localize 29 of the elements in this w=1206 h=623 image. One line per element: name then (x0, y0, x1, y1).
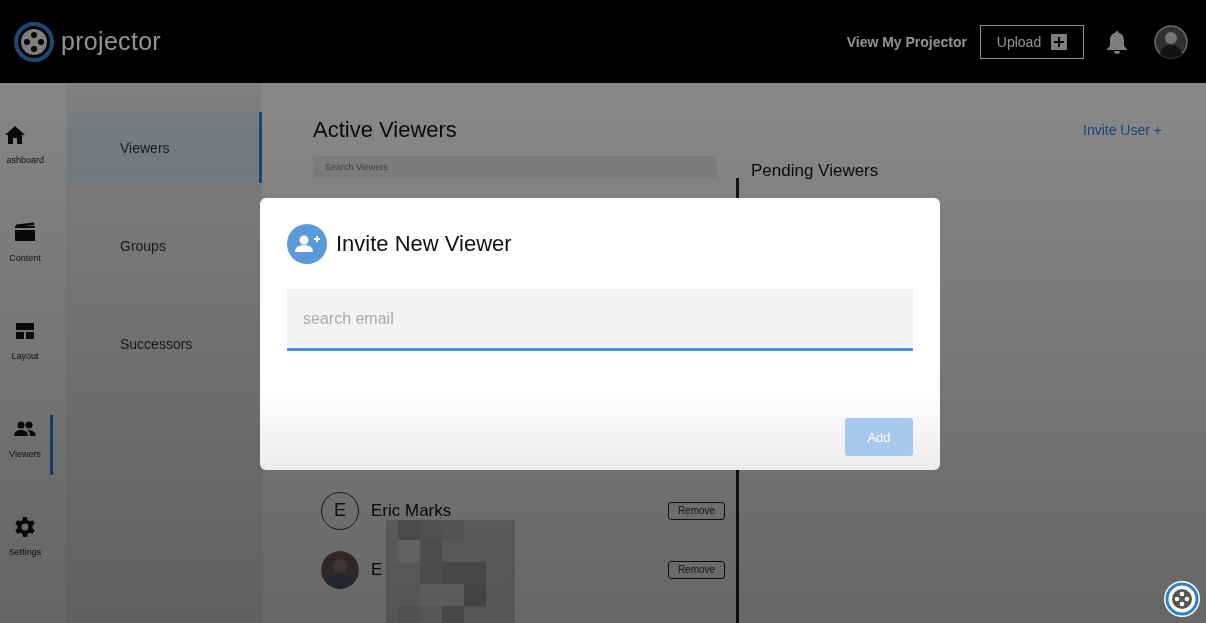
upload-button[interactable]: Upload (980, 24, 1084, 59)
nav-item[interactable]: ashboard (0, 121, 50, 219)
email-search-field[interactable]: search email (287, 289, 913, 351)
avatar (321, 550, 359, 589)
logo-icon (13, 20, 55, 63)
viewer-name: E (371, 559, 384, 580)
dialog-title: Invite New Viewer (336, 231, 512, 257)
view-projector-link[interactable]: View My Projector (846, 33, 967, 50)
remove-button[interactable]: Remove (668, 501, 725, 520)
settings-icon (13, 515, 37, 539)
logo-icon[interactable] (1163, 580, 1201, 618)
viewer-name: Eric Marks (371, 500, 453, 521)
invite-user-link[interactable]: Invite User + (1083, 122, 1162, 138)
logo-text[interactable]: projector (61, 27, 161, 56)
add-user-icon (287, 224, 327, 264)
nav-item[interactable]: Settings (0, 513, 50, 611)
nav-item[interactable]: Content (0, 219, 50, 317)
remove-button[interactable]: Remove (668, 560, 725, 579)
home-icon (3, 123, 27, 147)
notification-bell-icon[interactable] (1106, 29, 1128, 54)
plus-icon (1051, 33, 1068, 50)
submenu-item[interactable]: Groups (66, 210, 262, 281)
nav-item[interactable]: Viewers (0, 415, 53, 475)
section-title: Pending Viewers (751, 161, 879, 181)
nav-item[interactable]: Layout (0, 317, 50, 415)
submenu-item[interactable]: Viewers (66, 112, 262, 183)
page-title: Active Viewers (313, 117, 457, 143)
user-avatar[interactable] (1154, 24, 1188, 59)
submenu-item[interactable]: Successors (66, 308, 262, 379)
